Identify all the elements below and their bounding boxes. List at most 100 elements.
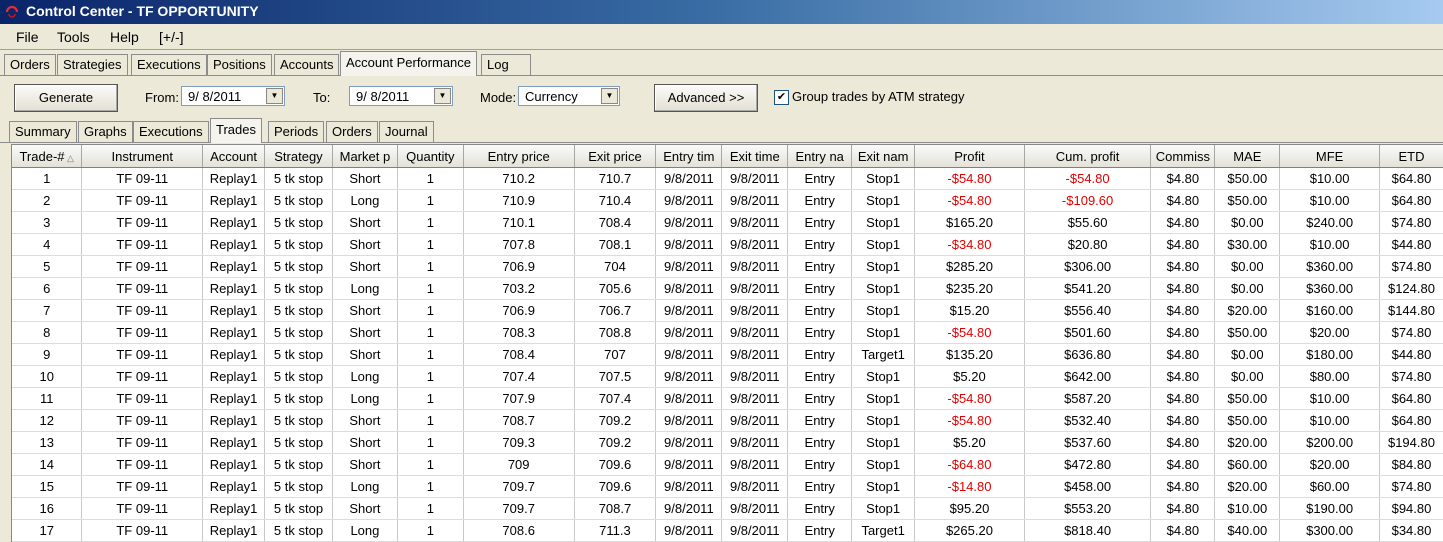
tab-positions[interactable]: Positions	[207, 54, 272, 75]
menu-help[interactable]: Help	[110, 29, 139, 45]
column-header-mae[interactable]: MAE	[1214, 145, 1281, 168]
table-cell: Short	[332, 343, 398, 366]
tab-accounts[interactable]: Accounts	[274, 54, 340, 75]
table-row[interactable]: 12 TF 09-11 Replay1 5 tk stop Short 1 708.7 709…	[12, 409, 1443, 432]
table-row[interactable]: 3 TF 09-11 Replay1 5 tk stop Short 1 710.1 708.…	[12, 211, 1443, 234]
table-cell: $10.00	[1279, 189, 1380, 212]
to-date-picker[interactable]: 9/ 8/2011 ▼	[349, 86, 453, 106]
column-header-entry-price[interactable]: Entry price	[463, 145, 575, 168]
table-cell: 9/8/2011	[721, 365, 789, 388]
table-row[interactable]: 16 TF 09-11 Replay1 5 tk stop Short 1 709.7 708…	[12, 497, 1443, 520]
subtab-executions[interactable]: Executions	[133, 121, 209, 142]
subtab-periods[interactable]: Periods	[268, 121, 325, 142]
table-row[interactable]: 4 TF 09-11 Replay1 5 tk stop Short 1 707.8 708.…	[12, 233, 1443, 256]
trades-table: Trade-# △ Instrument Account Strategy Market…	[12, 145, 1443, 542]
table-row[interactable]: 17 TF 09-11 Replay1 5 tk stop Long 1 708.6 711.…	[12, 519, 1443, 542]
mode-select[interactable]: Currency ▼	[518, 86, 620, 106]
column-header-cum-profit[interactable]: Cum. profit	[1024, 145, 1152, 168]
table-cell: Replay1	[202, 365, 266, 388]
table-cell: 710.4	[574, 189, 657, 212]
subtab-trades[interactable]: Trades	[210, 118, 262, 143]
table-cell: 709	[463, 453, 575, 476]
table-cell: $60.00	[1279, 475, 1380, 498]
column-header-trade[interactable]: Trade-# △	[12, 145, 83, 168]
table-cell: $50.00	[1214, 321, 1281, 344]
column-header-market-p[interactable]: Market p	[332, 145, 398, 168]
table-row[interactable]: 14 TF 09-11 Replay1 5 tk stop Short 1 709 709.6…	[12, 453, 1443, 476]
advanced-button[interactable]: Advanced >>	[654, 84, 758, 112]
table-cell: 704	[574, 255, 657, 278]
table-cell: 1	[397, 167, 464, 190]
column-header-exit-price[interactable]: Exit price	[574, 145, 657, 168]
table-cell: $194.80	[1379, 431, 1443, 454]
table-row[interactable]: 7 TF 09-11 Replay1 5 tk stop Short 1 706.9 706.…	[12, 299, 1443, 322]
column-header-account[interactable]: Account	[202, 145, 266, 168]
table-cell: $20.00	[1279, 453, 1380, 476]
subtab-summary[interactable]: Summary	[9, 121, 77, 142]
table-cell: Long	[332, 365, 398, 388]
checkmark-icon: ✔	[776, 91, 787, 103]
column-header-etd[interactable]: ETD	[1379, 145, 1443, 168]
table-cell: 9/8/2011	[721, 409, 789, 432]
table-cell: 6	[12, 277, 83, 300]
from-label: From:	[145, 90, 179, 105]
table-row[interactable]: 5 TF 09-11 Replay1 5 tk stop Short 1 706.9 704 9…	[12, 255, 1443, 278]
table-row[interactable]: 6 TF 09-11 Replay1 5 tk stop Long 1 703.2 705.6…	[12, 277, 1443, 300]
group-trades-checkbox[interactable]: ✔	[774, 90, 789, 105]
subtab-journal[interactable]: Journal	[379, 121, 434, 142]
table-cell: Stop1	[851, 497, 916, 520]
tab-orders[interactable]: Orders	[4, 54, 56, 75]
subtab-graphs[interactable]: Graphs	[78, 121, 133, 142]
menu-file[interactable]: File	[16, 29, 39, 45]
tab-account-performance[interactable]: Account Performance	[340, 51, 478, 76]
table-row[interactable]: 2 TF 09-11 Replay1 5 tk stop Long 1 710.9 710.4…	[12, 189, 1443, 212]
table-cell: -$109.60	[1024, 189, 1152, 212]
table-cell: $165.20	[914, 211, 1025, 234]
column-header-quantity[interactable]: Quantity	[397, 145, 464, 168]
column-header-profit[interactable]: Profit	[914, 145, 1025, 168]
table-cell: $4.80	[1150, 409, 1216, 432]
table-row[interactable]: 1 TF 09-11 Replay1 5 tk stop Short 1 710.2 710.…	[12, 167, 1443, 190]
tab-strategies[interactable]: Strategies	[57, 54, 128, 75]
column-header-entry-na[interactable]: Entry na	[787, 145, 853, 168]
subtab-orders[interactable]: Orders	[326, 121, 378, 142]
table-cell: Short	[332, 211, 398, 234]
table-cell: Short	[332, 233, 398, 256]
generate-button[interactable]: Generate	[14, 84, 118, 112]
table-cell: 5 tk stop	[264, 453, 333, 476]
tab-executions[interactable]: Executions	[131, 54, 207, 75]
column-header-commiss[interactable]: Commiss	[1150, 145, 1216, 168]
table-cell: 5 tk stop	[264, 189, 333, 212]
table-row[interactable]: 13 TF 09-11 Replay1 5 tk stop Short 1 709.3 709…	[12, 431, 1443, 454]
table-row[interactable]: 15 TF 09-11 Replay1 5 tk stop Long 1 709.7 709.…	[12, 475, 1443, 498]
column-header-exit-time[interactable]: Exit time	[721, 145, 789, 168]
table-row[interactable]: 10 TF 09-11 Replay1 5 tk stop Long 1 707.4 707.…	[12, 365, 1443, 388]
table-cell: $458.00	[1024, 475, 1152, 498]
table-cell: 1	[397, 519, 464, 542]
from-date-picker[interactable]: 9/ 8/2011 ▼	[181, 86, 285, 106]
table-cell: Entry	[787, 167, 853, 190]
table-cell: TF 09-11	[81, 255, 204, 278]
table-cell: 710.7	[574, 167, 657, 190]
table-row[interactable]: 8 TF 09-11 Replay1 5 tk stop Short 1 708.3 708.…	[12, 321, 1443, 344]
menu-tools[interactable]: Tools	[57, 29, 90, 45]
column-header-instrument[interactable]: Instrument	[81, 145, 204, 168]
column-header-entry-tim[interactable]: Entry tim	[655, 145, 723, 168]
table-cell: Entry	[787, 299, 853, 322]
table-cell: 707.8	[463, 233, 575, 256]
column-header-mfe[interactable]: MFE	[1279, 145, 1380, 168]
table-cell: 9/8/2011	[721, 497, 789, 520]
from-date-dropdown-icon[interactable]: ▼	[266, 88, 283, 104]
table-cell: $55.60	[1024, 211, 1152, 234]
menubar: File Tools Help [+/-]	[0, 25, 1443, 50]
menu-expand-toggle[interactable]: [+/-]	[159, 29, 184, 45]
column-header-exit-nam[interactable]: Exit nam	[851, 145, 916, 168]
mode-dropdown-icon[interactable]: ▼	[601, 88, 618, 104]
table-row[interactable]: 9 TF 09-11 Replay1 5 tk stop Short 1 708.4 707 9…	[12, 343, 1443, 366]
to-date-dropdown-icon[interactable]: ▼	[434, 88, 451, 104]
trades-grid[interactable]: Trade-# △ Instrument Account Strategy Market…	[11, 144, 1443, 542]
column-header-strategy[interactable]: Strategy	[264, 145, 333, 168]
table-cell: $541.20	[1024, 277, 1152, 300]
table-row[interactable]: 11 TF 09-11 Replay1 5 tk stop Long 1 707.9 707.…	[12, 387, 1443, 410]
tab-log[interactable]: Log	[481, 54, 531, 75]
